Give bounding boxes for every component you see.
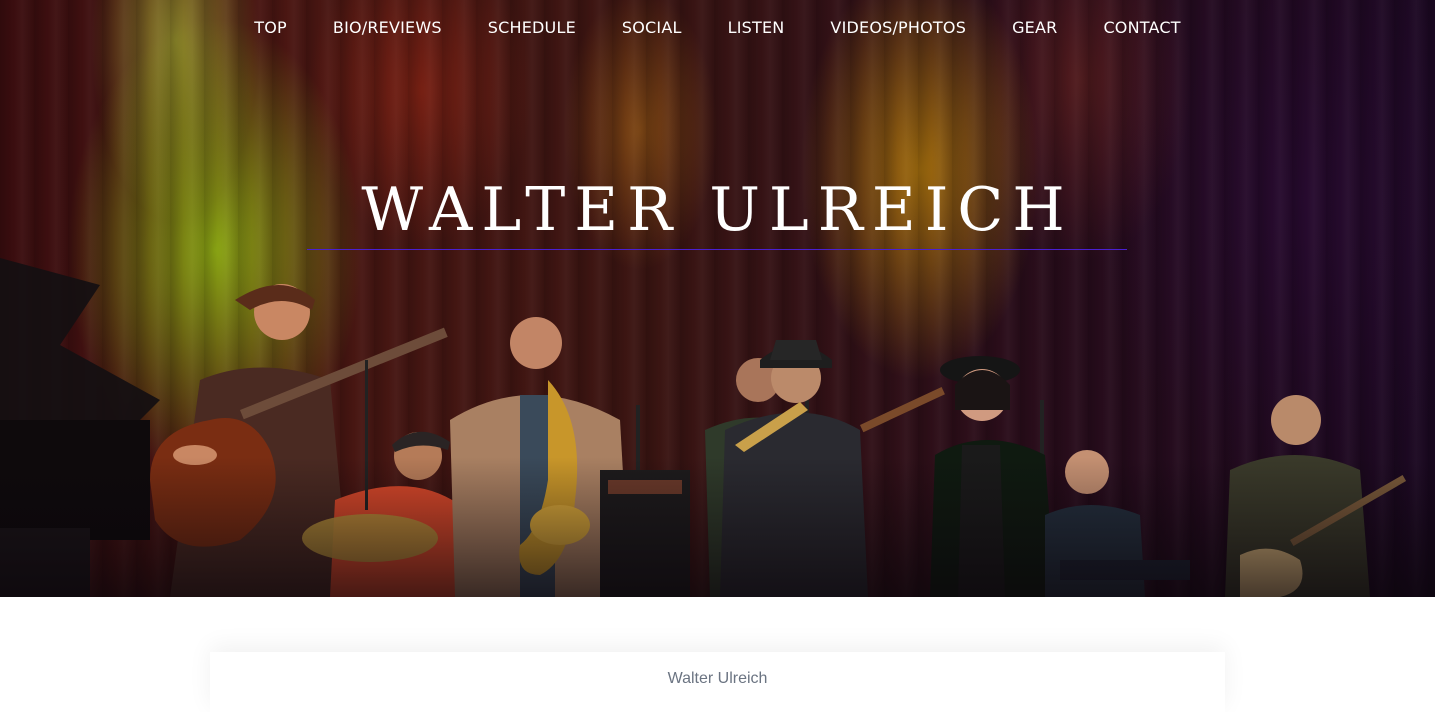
nav-item-bio-reviews[interactable]: BIO/REVIEWS: [310, 18, 465, 38]
nav-item-contact[interactable]: CONTACT: [1080, 18, 1203, 38]
main-nav: TOP BIO/REVIEWS SCHEDULE SOCIAL LISTEN V…: [0, 18, 1435, 38]
title-underline: [307, 249, 1127, 250]
nav-item-top[interactable]: TOP: [231, 18, 310, 38]
site-title: WALTER ULREICH: [361, 175, 1074, 245]
stage-floor-shade: [0, 457, 1435, 597]
nav-item-social[interactable]: SOCIAL: [599, 18, 705, 38]
hero-band-photo: [0, 0, 1435, 597]
nav-item-videos-photos[interactable]: VIDEOS/PHOTOS: [807, 18, 989, 38]
nav-item-gear[interactable]: GEAR: [989, 18, 1080, 38]
nav-item-listen[interactable]: LISTEN: [705, 18, 808, 38]
nav-item-schedule[interactable]: SCHEDULE: [465, 18, 599, 38]
content-heading: Walter Ulreich: [667, 670, 768, 687]
